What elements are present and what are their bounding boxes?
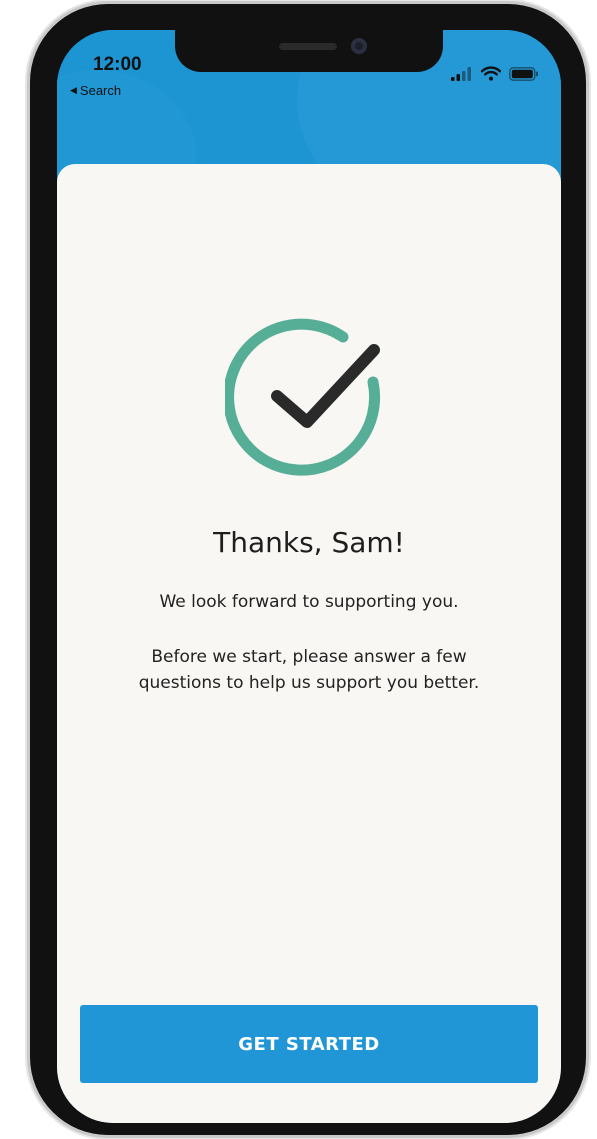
cellular-signal-icon — [451, 66, 471, 81]
body-line: questions to help us support you better. — [138, 673, 480, 693]
battery-icon — [509, 66, 538, 81]
success-indicator — [223, 318, 395, 488]
back-to-search-link[interactable]: ◀ Search — [70, 83, 121, 98]
back-arrow-icon: ◀ — [70, 85, 77, 95]
phone-screen: 12:00 ◀ Search Thanks, Sam! We look forw… — [57, 30, 561, 1123]
confirmation-body: Before we start, please answer a few que… — [87, 644, 531, 696]
content-card: Thanks, Sam! We look forward to supporti… — [57, 164, 561, 1123]
speaker-grille — [279, 43, 337, 50]
confirmation-subtitle: We look forward to supporting you. — [159, 592, 459, 612]
front-camera — [351, 38, 367, 54]
get-started-button[interactable]: GET STARTED — [80, 1005, 538, 1083]
status-time: 12:00 — [93, 54, 142, 75]
checkmark-circle-icon — [223, 318, 381, 476]
notch — [175, 30, 443, 72]
status-icons — [451, 66, 539, 81]
back-label: Search — [79, 83, 122, 98]
body-line: Before we start, please answer a few — [151, 647, 467, 667]
confirmation-title: Thanks, Sam! — [213, 526, 405, 559]
wifi-icon — [481, 66, 501, 81]
